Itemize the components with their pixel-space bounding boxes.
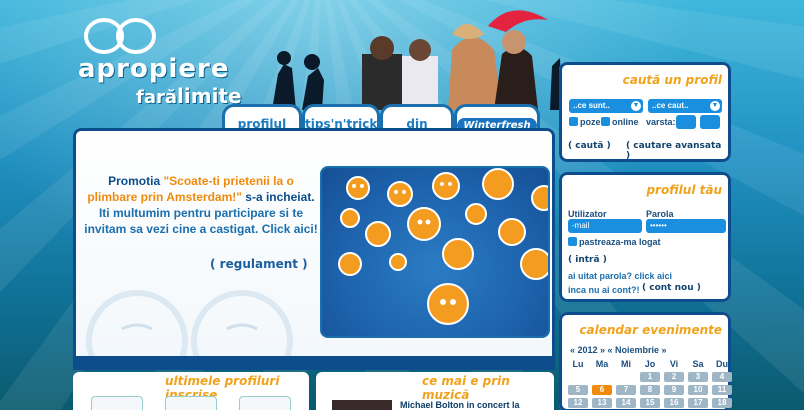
weekday-header: Sa [692, 359, 704, 369]
advanced-search-button[interactable]: ( cautare avansata ) [626, 141, 728, 161]
calendar-day[interactable]: 16 [664, 398, 684, 408]
smiley-balloons-image [338, 168, 548, 325]
calendar-nav[interactable]: « 2012 » « Noiembrie » [570, 345, 667, 355]
calendar-day[interactable]: 9 [664, 385, 684, 395]
password-input[interactable]: •••••• [646, 219, 726, 233]
calendar-day[interactable]: 18 [712, 398, 732, 408]
decorative-bubbles [86, 290, 293, 356]
age-to-input[interactable] [700, 115, 720, 129]
promo-cta-link[interactable]: Click aici! [262, 222, 318, 236]
logo-text-sub: farălimite [136, 84, 242, 108]
username-input[interactable]: -mail [568, 219, 642, 233]
forgot-password-link[interactable]: ai uitat parola? click aici [568, 271, 672, 281]
search-profile-title: caută un profil [622, 73, 722, 87]
what-i-am-select[interactable]: ..ce sunt.. ▼ [569, 99, 643, 113]
calendar-day[interactable]: 7 [616, 385, 636, 395]
photos-checkbox[interactable] [569, 117, 578, 126]
profile-thumb[interactable] [165, 396, 217, 410]
calendar-day[interactable]: 15 [640, 398, 660, 408]
calendar-day[interactable]: 17 [688, 398, 708, 408]
main-panel-footer [73, 356, 555, 370]
weekday-header: Ma [595, 359, 609, 369]
calendar-day[interactable]: 2 [664, 372, 684, 382]
promo-image[interactable] [320, 166, 550, 338]
calendar-day[interactable]: 5 [568, 385, 588, 395]
calendar-day[interactable]: 8 [640, 385, 660, 395]
calendar-day[interactable]: 11 [712, 385, 732, 395]
weekday-header: Mi [621, 359, 631, 369]
logo-text-main: apropiere [78, 54, 230, 84]
calendar-day[interactable]: 10 [688, 385, 708, 395]
weekday-header: Du [716, 359, 728, 369]
password-label: Parola [646, 209, 674, 219]
online-label: online [612, 117, 639, 127]
online-checkbox[interactable] [601, 117, 610, 126]
logo-rings-icon [84, 18, 156, 54]
what-i-seek-select[interactable]: ..ce caut.. ▼ [648, 99, 722, 113]
age-from-input[interactable] [676, 115, 696, 129]
new-account-button[interactable]: ( cont nou ) [642, 283, 701, 293]
calendar-day[interactable]: 4 [712, 372, 732, 382]
login-title: profilul tău [646, 183, 722, 197]
calendar-day-today[interactable]: 6 [592, 385, 612, 395]
events-calendar-box: calendar evenimente « 2012 » « Noiembrie… [559, 312, 732, 410]
main-panel: Promotia "Scoate-ti prietenii la o plimb… [73, 128, 555, 356]
calendar-day[interactable]: 1 [640, 372, 660, 382]
header-people-image [272, 10, 562, 110]
remember-me-label: pastreaza-ma logat [579, 237, 661, 247]
chevron-down-icon: ▼ [631, 101, 641, 111]
news-headline-link[interactable]: Michael Bolton in concert la [400, 400, 520, 410]
profile-thumb[interactable] [91, 396, 143, 410]
calendar-day[interactable]: 3 [688, 372, 708, 382]
weekday-header: Vi [669, 359, 679, 369]
username-label: Utilizator [568, 209, 607, 219]
search-profile-box: caută un profil ..ce sunt.. ▼ ..ce caut..… [559, 62, 731, 162]
login-button[interactable]: ( intră ) [568, 255, 607, 265]
login-box: profilul tău Utilizator Parola -mail •••… [559, 172, 731, 302]
site-logo[interactable]: apropiere farălimite [78, 14, 242, 108]
age-label: varsta: [646, 117, 676, 127]
search-button[interactable]: ( caută ) [568, 141, 611, 151]
music-news-panel: ce mai e prin muzică Michael Bolton in c… [316, 372, 554, 410]
calendar-day[interactable]: 12 [568, 398, 588, 408]
profile-thumb[interactable] [239, 396, 291, 410]
weekday-header: Lu [572, 359, 584, 369]
news-thumbnail[interactable] [332, 400, 392, 410]
remember-me-checkbox[interactable] [568, 237, 577, 246]
calendar-day[interactable]: 13 [592, 398, 612, 408]
no-account-text: inca nu ai cont?! [568, 285, 640, 295]
music-news-title: ce mai e prin muzică [422, 374, 510, 402]
latest-profiles-panel: ultimele profiluri inscrise [73, 372, 309, 410]
chevron-down-icon: ▼ [710, 101, 720, 111]
promo-text: Promotia "Scoate-ti prietenii la o plimb… [84, 174, 318, 236]
regulations-button[interactable]: ( regulament ) [210, 257, 308, 271]
photos-label: poze [580, 117, 601, 127]
calendar-day[interactable]: 14 [616, 398, 636, 408]
weekday-header: Jo [644, 359, 656, 369]
calendar-title: calendar evenimente [579, 323, 722, 337]
